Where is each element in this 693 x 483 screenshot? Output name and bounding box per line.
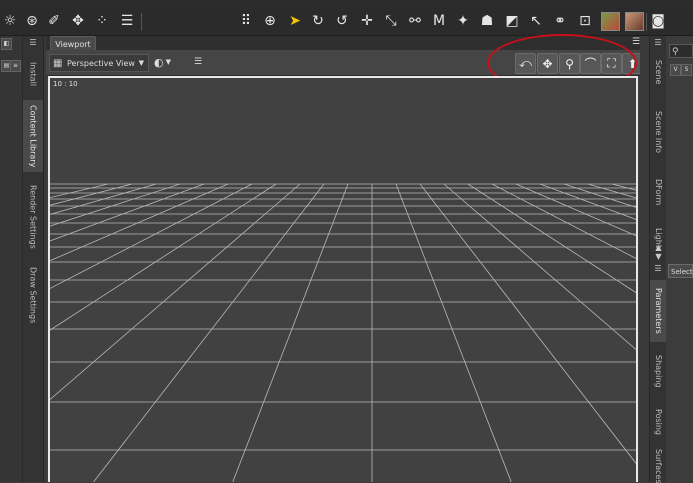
tab-surfaces[interactable]: Surfaces — [650, 448, 667, 483]
grid-depth-line — [587, 183, 636, 199]
lock-icon[interactable]: ⊡ — [575, 11, 595, 31]
tab-label: DForm — [654, 178, 663, 206]
posing-arrow-icon[interactable]: ↖ — [526, 11, 546, 31]
grid-depth-line — [443, 183, 636, 351]
move-target-icon[interactable]: ⊕ — [260, 11, 280, 31]
select-toggle-button[interactable]: S — [681, 64, 692, 76]
search-input[interactable]: ⚲ — [669, 44, 693, 58]
panel-option-button[interactable]: ≡ — [10, 60, 21, 72]
grid-depth-line — [50, 183, 157, 215]
panel-menu-icon[interactable]: ☰ — [652, 38, 664, 47]
figure-tool-icon[interactable]: ✦ — [453, 11, 473, 31]
draw-style-button[interactable]: ◐ ▼ — [154, 55, 178, 69]
grid-depth-line — [50, 183, 301, 401]
toolbar-divider — [141, 13, 142, 31]
viewport-options-icon[interactable]: ☰ — [191, 55, 205, 69]
translate-icon[interactable]: ✛ — [357, 11, 377, 31]
tab-render-settings[interactable]: Render Settings — [23, 180, 43, 254]
portrait-render-icon[interactable] — [625, 12, 644, 31]
tab-content-library[interactable]: Content Library — [23, 100, 43, 172]
tab-label: Render Settings — [28, 185, 38, 249]
dial-icon[interactable]: ⊛ — [22, 11, 42, 31]
tab-draw-settings[interactable]: Draw Settings — [23, 262, 43, 328]
rotate-icon[interactable]: ↻ — [308, 11, 328, 31]
grid-depth-line — [50, 183, 109, 199]
tab-label: Content Library — [28, 104, 38, 168]
joint-editor-icon[interactable]: ⚯ — [405, 11, 425, 31]
shaded-sphere-icon: ◐ — [154, 55, 164, 69]
scroll-up-icon[interactable]: ▲ — [653, 243, 664, 252]
panel-collapse-button[interactable]: ◧ — [1, 38, 12, 50]
tab-label: Scene — [654, 59, 663, 85]
list-icon[interactable]: ☰ — [117, 11, 137, 31]
geometry-icon[interactable]: ⚭ — [550, 11, 570, 31]
tab-scene-info[interactable]: Scene Info — [650, 102, 667, 162]
tab-posing[interactable]: Posing — [650, 402, 667, 442]
ground-grid — [50, 183, 636, 482]
wand-icon[interactable]: ✐ — [44, 11, 64, 31]
tab-install[interactable]: Install — [23, 54, 43, 94]
tab-scene[interactable]: Scene — [650, 52, 667, 92]
region-nav-icon[interactable]: M — [429, 11, 449, 31]
title-strip — [0, 0, 693, 8]
select-button[interactable]: Select — [668, 264, 693, 278]
tab-label: Shaping — [654, 354, 663, 388]
left-tab-strip: ☰ Install Content Library Render Setting… — [23, 36, 44, 482]
right-panel-content: V S — [666, 36, 693, 482]
left-panel-strip: ◧ ▤ ≡ — [0, 36, 23, 482]
grid-depth-line — [563, 183, 636, 208]
sun-icon[interactable]: ☼ — [0, 11, 20, 31]
camera-light-icon[interactable]: ◩ — [502, 11, 522, 31]
main-toolbar: ☼ ⊛ ✐ ✥ ⁘ ☰ ⠿ ⊕ ➤ ↻ ↺ ✛ ⤡ ⚯ M ✦ ☗ ◩ ↖ ⚭ … — [0, 8, 693, 36]
tab-label: Surfaces — [654, 448, 663, 483]
chevron-down-icon: ▼ — [165, 58, 171, 66]
grid-depth-line — [419, 183, 636, 464]
panel-menu-icon[interactable]: ☰ — [652, 264, 664, 273]
tab-parameters[interactable]: Parameters — [650, 280, 667, 342]
right-tab-strip: ☰ Scene Scene Info DForm Light ▲ ▼ ☰ Par… — [649, 36, 667, 483]
aspect-ratio-label: 10 : 10 — [53, 80, 78, 88]
node-select-icon[interactable]: ⁘ — [92, 11, 112, 31]
universal-tool-icon[interactable]: ✥ — [68, 11, 88, 31]
grid-depth-line — [232, 183, 349, 482]
view-toggle-button[interactable]: V — [670, 64, 681, 76]
grid-depth-line — [539, 183, 636, 220]
grid-depth-line — [515, 183, 636, 237]
grid-depth-line — [635, 184, 636, 185]
grid-depth-line — [50, 183, 133, 206]
view-selector[interactable]: ▦ Perspective View ▼ — [49, 54, 149, 72]
tab-dform[interactable]: DForm — [650, 172, 667, 212]
toolbar-divider — [646, 13, 647, 31]
camera-icon[interactable]: ◙ — [648, 11, 668, 31]
person-tool-icon[interactable]: ☗ — [477, 11, 497, 31]
grid-dots-icon[interactable]: ⠿ — [236, 11, 256, 31]
tab-label: Scene Info — [654, 110, 663, 154]
view-selector-label: Perspective View — [67, 58, 135, 68]
scale-icon[interactable]: ⤡ — [381, 11, 401, 31]
twist-icon[interactable]: ↺ — [332, 11, 352, 31]
grid-icon: ▦ — [53, 57, 63, 69]
search-icon: ⚲ — [672, 47, 679, 57]
grid-depth-line — [467, 183, 636, 294]
tab-label: Posing — [654, 409, 663, 435]
tab-shaping[interactable]: Shaping — [650, 348, 667, 394]
tab-viewport[interactable]: Viewport — [50, 36, 96, 51]
pointer-icon[interactable]: ➤ — [285, 11, 305, 31]
tab-label: Install — [28, 61, 38, 87]
panel-menu-icon[interactable]: ☰ — [27, 38, 39, 47]
chevron-down-icon: ▼ — [138, 59, 144, 67]
grid-depth-line — [50, 183, 229, 262]
grid-depth-line — [50, 183, 181, 227]
tab-label: Draw Settings — [28, 266, 38, 324]
grid-depth-line — [50, 183, 253, 289]
tab-label: Parameters — [654, 288, 663, 334]
viewport-canvas[interactable] — [48, 76, 638, 482]
render-preview-icon[interactable] — [601, 12, 620, 31]
scroll-down-icon[interactable]: ▼ — [653, 252, 664, 261]
grid-depth-line — [395, 183, 512, 482]
